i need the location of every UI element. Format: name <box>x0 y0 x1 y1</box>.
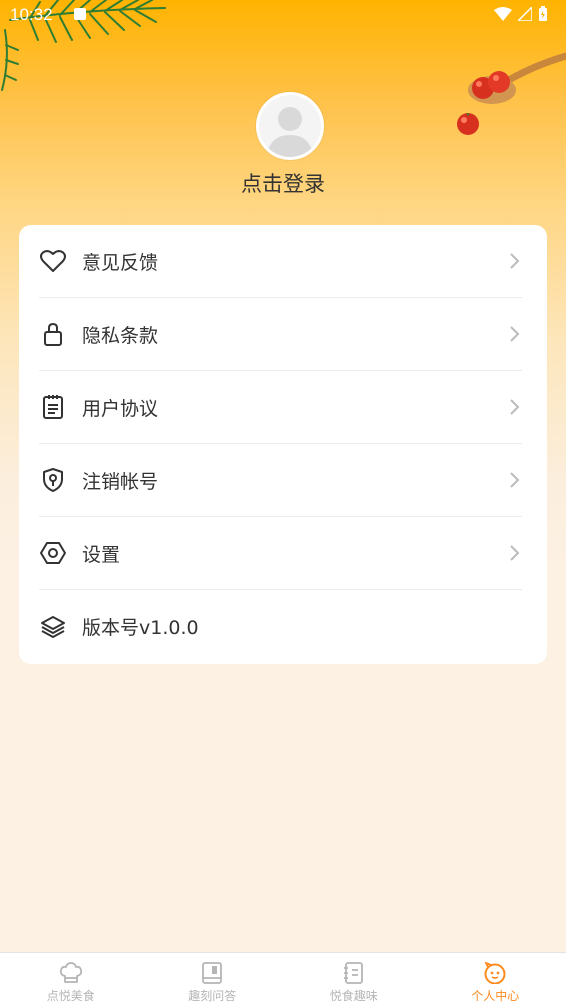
layers-icon <box>39 613 67 641</box>
version-label: 版本号v1.0.0 <box>82 617 199 639</box>
tab-qa[interactable]: 趣刻问答 <box>142 953 284 1008</box>
tab-label: 悦食趣味 <box>329 989 378 1003</box>
chevron-right-icon <box>510 326 520 342</box>
menu-item-version: 版本号v1.0.0 <box>39 590 522 663</box>
menu-item-delete-account[interactable]: 注销帐号 <box>39 444 522 517</box>
wifi-icon <box>494 7 512 21</box>
heart-icon <box>39 247 67 275</box>
menu-item-label: 注销帐号 <box>82 470 159 493</box>
user-placeholder-icon <box>259 95 321 157</box>
status-time: 10:32 <box>10 5 53 24</box>
bottom-tab-bar: 点悦美食 趣刻问答 悦食趣味 个人中心 <box>0 952 566 1008</box>
clipboard-icon <box>39 393 67 421</box>
chevron-right-icon <box>510 545 520 561</box>
notification-icon <box>74 8 86 20</box>
menu-item-user-agreement[interactable]: 用户协议 <box>39 371 522 444</box>
menu-item-feedback[interactable]: 意见反馈 <box>39 225 522 298</box>
shield-key-icon <box>39 466 67 494</box>
menu-item-label: 用户协议 <box>82 397 159 420</box>
tomato-spoon-decoration <box>457 52 566 135</box>
tab-label: 个人中心 <box>471 989 520 1003</box>
avatar[interactable] <box>256 92 324 160</box>
menu-item-label: 隐私条款 <box>82 324 159 347</box>
hexagon-settings-icon <box>39 539 67 567</box>
smiley-icon <box>484 962 506 984</box>
status-bar: 10:32 <box>0 0 566 30</box>
menu-item-settings[interactable]: 设置 <box>39 517 522 590</box>
settings-menu-card: 意见反馈 隐私条款 用户协议 注销帐号 设置 版本号v1.0.0 <box>19 225 547 664</box>
tab-label: 点悦美食 <box>46 989 95 1003</box>
menu-item-privacy[interactable]: 隐私条款 <box>39 298 522 371</box>
chevron-right-icon <box>510 472 520 488</box>
battery-icon <box>539 6 547 21</box>
tab-food[interactable]: 点悦美食 <box>0 953 142 1008</box>
menu-item-label: 设置 <box>82 543 121 566</box>
book-icon <box>202 962 223 984</box>
tab-profile[interactable]: 个人中心 <box>425 953 566 1008</box>
chef-hat-icon <box>59 962 82 983</box>
menu-item-label: 意见反馈 <box>82 251 159 274</box>
notebook-icon <box>343 962 363 984</box>
chevron-right-icon <box>510 399 520 415</box>
signal-icon <box>518 7 532 21</box>
login-link[interactable]: 点击登录 <box>0 168 566 198</box>
tab-label: 趣刻问答 <box>188 989 237 1003</box>
tab-fun[interactable]: 悦食趣味 <box>283 953 425 1008</box>
chevron-right-icon <box>510 253 520 269</box>
lock-icon <box>39 320 67 348</box>
